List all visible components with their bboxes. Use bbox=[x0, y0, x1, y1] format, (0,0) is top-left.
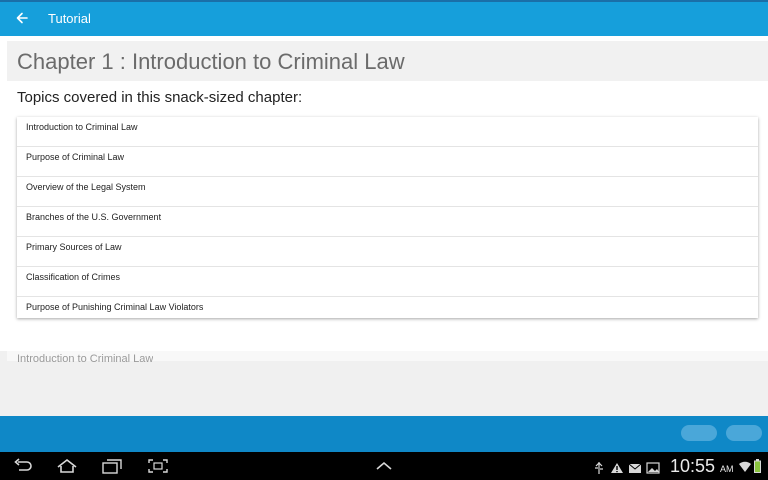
next-section-area: Introduction to Criminal Law bbox=[0, 351, 768, 416]
back-arrow-icon[interactable] bbox=[14, 10, 30, 26]
usb-icon bbox=[592, 461, 606, 474]
topic-item[interactable]: Classification of Crimes bbox=[17, 267, 758, 297]
topic-item[interactable]: Purpose of Punishing Criminal Law Violat… bbox=[17, 297, 758, 327]
app-bar: Tutorial bbox=[0, 2, 768, 36]
clock-ampm: AM bbox=[720, 464, 734, 474]
system-nav-bar: 10:55 AM bbox=[0, 452, 768, 480]
topic-item[interactable]: Branches of the U.S. Government bbox=[17, 207, 758, 237]
nav-back-icon[interactable] bbox=[12, 458, 34, 474]
image-icon bbox=[646, 461, 660, 474]
topics-heading: Topics covered in this snack-sized chapt… bbox=[17, 89, 303, 106]
mail-icon bbox=[628, 461, 642, 473]
status-icons bbox=[592, 460, 660, 474]
topic-item[interactable]: Overview of the Legal System bbox=[17, 177, 758, 207]
battery-icon bbox=[754, 459, 761, 473]
clock-time: 10:55 bbox=[670, 456, 716, 476]
topic-item[interactable]: Primary Sources of Law bbox=[17, 237, 758, 267]
warning-icon bbox=[610, 461, 624, 473]
chapter-title: Chapter 1 : Introduction to Criminal Law bbox=[17, 49, 405, 74]
next-section-title[interactable]: Introduction to Criminal Law bbox=[17, 353, 153, 362]
chapter-header: Chapter 1 : Introduction to Criminal Law bbox=[7, 41, 768, 81]
home-icon[interactable] bbox=[56, 458, 78, 474]
pill-button[interactable] bbox=[681, 425, 717, 441]
bottom-bar bbox=[0, 416, 768, 452]
wifi-icon bbox=[739, 459, 751, 473]
content-area[interactable]: Chapter 1 : Introduction to Criminal Law… bbox=[0, 36, 768, 416]
screenshot-icon[interactable] bbox=[147, 458, 169, 474]
topic-item[interactable]: Purpose of Criminal Law bbox=[17, 147, 758, 177]
topics-list: Introduction to Criminal Law Purpose of … bbox=[17, 117, 758, 318]
pill-button[interactable] bbox=[726, 425, 762, 441]
topic-item[interactable]: Introduction to Criminal Law bbox=[17, 117, 758, 147]
app-title: Tutorial bbox=[48, 11, 91, 26]
up-chevron-icon[interactable] bbox=[373, 458, 395, 474]
recent-apps-icon[interactable] bbox=[101, 458, 123, 474]
